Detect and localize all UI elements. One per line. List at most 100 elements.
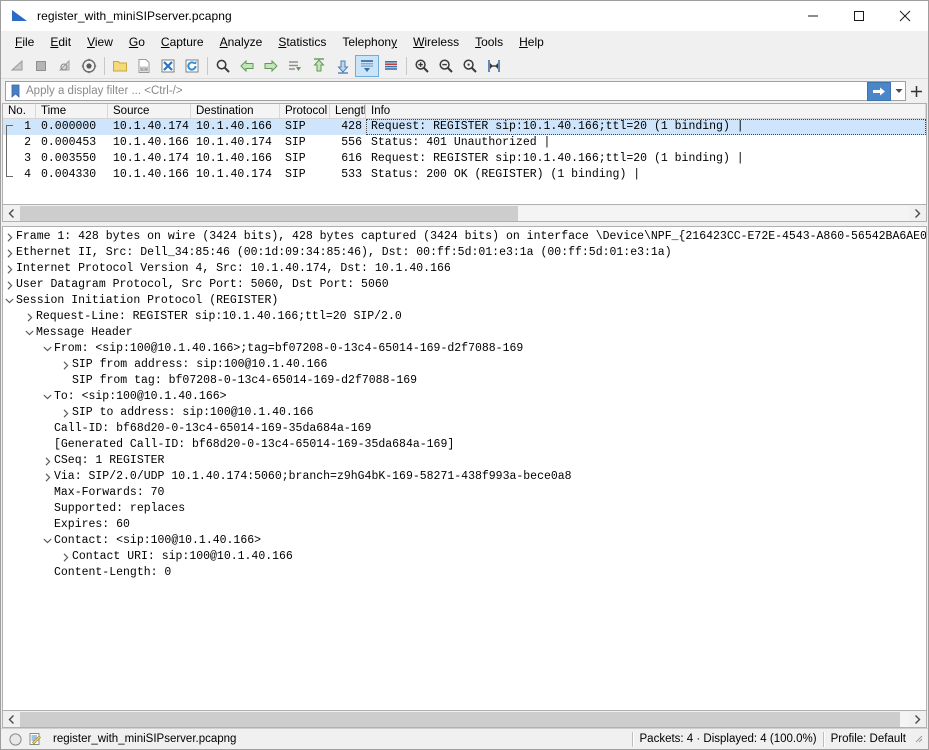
menu-statistics[interactable]: Statistics: [270, 33, 334, 51]
chevron-right-icon[interactable]: [3, 264, 16, 274]
tree-item-expires[interactable]: Expires: 60: [3, 517, 926, 533]
chevron-right-icon[interactable]: [3, 280, 16, 290]
column-header-no[interactable]: No.: [3, 104, 36, 118]
menu-view[interactable]: View: [79, 33, 121, 51]
column-header-protocol[interactable]: Protocol: [280, 104, 330, 118]
display-filter-input[interactable]: [24, 83, 867, 99]
table-row[interactable]: 3 0.003550 10.1.40.174 10.1.40.166 SIP 6…: [3, 151, 926, 167]
go-to-packet-icon[interactable]: [283, 55, 307, 77]
bookmark-icon[interactable]: [6, 82, 24, 100]
find-packet-icon[interactable]: [211, 55, 235, 77]
menu-wireless[interactable]: Wireless: [405, 33, 467, 51]
tree-item-ethernet[interactable]: Ethernet II, Src: Dell_34:85:46 (00:1d:0…: [3, 245, 926, 261]
scroll-left-icon[interactable]: [3, 206, 20, 221]
packet-list-hscrollbar[interactable]: [2, 205, 927, 222]
tree-item-sip-from-tag[interactable]: SIP from tag: bf07208-0-13c4-65014-169-d…: [3, 373, 926, 389]
tree-item-from[interactable]: From: <sip:100@10.1.40.166>;tag=bf07208-…: [3, 341, 926, 357]
chevron-right-icon[interactable]: [59, 408, 72, 418]
column-header-length[interactable]: Length: [330, 104, 366, 118]
apply-filter-arrow-icon[interactable]: [867, 81, 891, 101]
resize-grip-icon[interactable]: [912, 732, 926, 746]
go-first-packet-icon[interactable]: [307, 55, 331, 77]
status-profile[interactable]: Profile: Default: [831, 733, 912, 745]
menu-help[interactable]: Help: [511, 33, 552, 51]
menu-go[interactable]: Go: [121, 33, 153, 51]
tree-item-message-header[interactable]: Message Header: [3, 325, 926, 341]
chevron-down-icon[interactable]: [892, 82, 905, 100]
scroll-right-icon[interactable]: [909, 206, 926, 221]
menu-capture[interactable]: Capture: [153, 33, 212, 51]
auto-scroll-icon[interactable]: [355, 55, 379, 77]
chevron-right-icon[interactable]: [59, 552, 72, 562]
tree-item-frame[interactable]: Frame 1: 428 bytes on wire (3424 bits), …: [3, 229, 926, 245]
column-header-destination[interactable]: Destination: [191, 104, 280, 118]
tree-item-sip-from-address[interactable]: SIP from address: sip:100@10.1.40.166: [3, 357, 926, 373]
chevron-right-icon[interactable]: [3, 232, 16, 242]
tree-item-sip-to-address[interactable]: SIP to address: sip:100@10.1.40.166: [3, 405, 926, 421]
tree-item-via[interactable]: Via: SIP/2.0/UDP 10.1.40.174:5060;branch…: [3, 469, 926, 485]
packet-details-pane[interactable]: Frame 1: 428 bytes on wire (3424 bits), …: [2, 226, 927, 711]
column-header-info[interactable]: Info: [366, 104, 926, 118]
tree-item-content-length[interactable]: Content-Length: 0: [3, 565, 926, 581]
scroll-thumb[interactable]: [20, 205, 518, 221]
close-icon[interactable]: [882, 1, 928, 31]
tree-item-max-forwards[interactable]: Max-Forwards: 70: [3, 485, 926, 501]
chevron-right-icon[interactable]: [23, 312, 36, 322]
chevron-right-icon[interactable]: [3, 248, 16, 258]
column-header-source[interactable]: Source: [108, 104, 191, 118]
go-back-icon[interactable]: [235, 55, 259, 77]
chevron-down-icon[interactable]: [41, 394, 54, 400]
table-row[interactable]: 2 0.000453 10.1.40.166 10.1.40.174 SIP 5…: [3, 135, 926, 151]
chevron-right-icon[interactable]: [59, 360, 72, 370]
tree-item-generated-call-id[interactable]: [Generated Call-ID: bf68d20-0-13c4-65014…: [3, 437, 926, 453]
scroll-track[interactable]: [20, 711, 909, 727]
menu-analyze[interactable]: Analyze: [212, 33, 271, 51]
go-forward-icon[interactable]: [259, 55, 283, 77]
maximize-icon[interactable]: [836, 1, 882, 31]
scroll-thumb[interactable]: [20, 711, 901, 727]
tree-item-call-id[interactable]: Call-ID: bf68d20-0-13c4-65014-169-35da68…: [3, 421, 926, 437]
tree-item-ipv4[interactable]: Internet Protocol Version 4, Src: 10.1.4…: [3, 261, 926, 277]
tree-item-udp[interactable]: User Datagram Protocol, Src Port: 5060, …: [3, 277, 926, 293]
tree-item-contact[interactable]: Contact: <sip:100@10.1.40.166>: [3, 533, 926, 549]
packet-details-hscrollbar[interactable]: [2, 711, 927, 728]
expert-info-circle-icon[interactable]: [5, 729, 25, 749]
tree-item-request-line[interactable]: Request-Line: REGISTER sip:10.1.40.166;t…: [3, 309, 926, 325]
capture-comment-icon[interactable]: [25, 729, 45, 749]
tree-item-cseq[interactable]: CSeq: 1 REGISTER: [3, 453, 926, 469]
close-file-icon[interactable]: [156, 55, 180, 77]
open-file-icon[interactable]: [108, 55, 132, 77]
scroll-right-icon[interactable]: [909, 712, 926, 727]
restart-capture-icon[interactable]: [53, 55, 77, 77]
chevron-down-icon[interactable]: [41, 538, 54, 544]
colorize-packets-icon[interactable]: [379, 55, 403, 77]
chevron-right-icon[interactable]: [41, 456, 54, 466]
display-filter-container[interactable]: [5, 81, 906, 101]
plus-icon[interactable]: [906, 81, 926, 101]
zoom-out-icon[interactable]: [434, 55, 458, 77]
chevron-down-icon[interactable]: [3, 298, 16, 304]
zoom-reset-icon[interactable]: [458, 55, 482, 77]
minimize-icon[interactable]: [790, 1, 836, 31]
menu-tools[interactable]: Tools: [467, 33, 511, 51]
tree-item-to[interactable]: To: <sip:100@10.1.40.166>: [3, 389, 926, 405]
tree-item-contact-uri[interactable]: Contact URI: sip:100@10.1.40.166: [3, 549, 926, 565]
zoom-in-icon[interactable]: [410, 55, 434, 77]
packet-list[interactable]: No. Time Source Destination Protocol Len…: [2, 103, 927, 205]
reload-file-icon[interactable]: [180, 55, 204, 77]
chevron-down-icon[interactable]: [41, 346, 54, 352]
tree-item-sip[interactable]: Session Initiation Protocol (REGISTER): [3, 293, 926, 309]
menu-telephony[interactable]: Telephony: [334, 33, 405, 51]
save-file-icon[interactable]: BIN: [132, 55, 156, 77]
menu-file[interactable]: File: [7, 33, 42, 51]
chevron-right-icon[interactable]: [41, 472, 54, 482]
table-row[interactable]: 1 0.000000 10.1.40.174 10.1.40.166 SIP 4…: [3, 119, 926, 135]
go-last-packet-icon[interactable]: [331, 55, 355, 77]
column-header-time[interactable]: Time: [36, 104, 108, 118]
table-row[interactable]: 4 0.004330 10.1.40.166 10.1.40.174 SIP 5…: [3, 167, 926, 183]
start-capture-icon[interactable]: [5, 55, 29, 77]
chevron-down-icon[interactable]: [23, 330, 36, 336]
tree-item-supported[interactable]: Supported: replaces: [3, 501, 926, 517]
stop-capture-icon[interactable]: [29, 55, 53, 77]
resize-columns-icon[interactable]: [482, 55, 506, 77]
